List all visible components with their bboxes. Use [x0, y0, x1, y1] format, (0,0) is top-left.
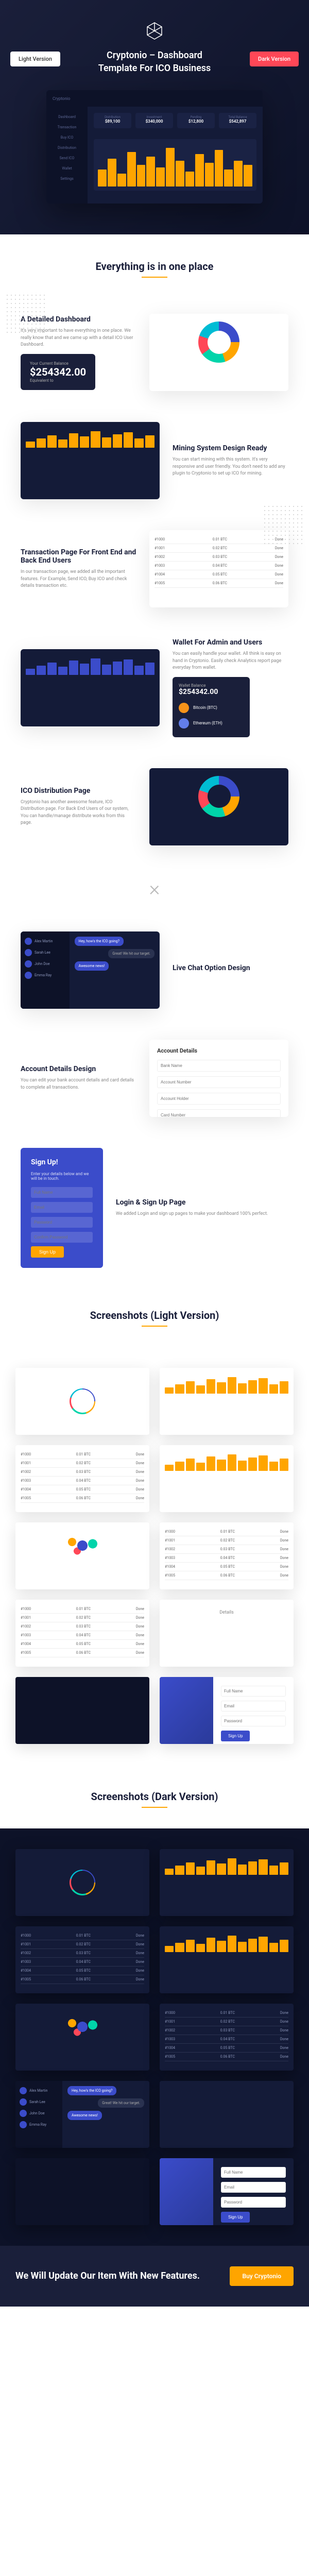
nav-item[interactable]: Settings — [50, 174, 83, 184]
signup-input[interactable] — [31, 1187, 93, 1198]
wallet-balance-card: Wallet Balance $254342.00 Bitcoin (BTC)E… — [173, 677, 250, 737]
donut-chart-icon — [198, 321, 239, 363]
buy-button[interactable]: Buy Cryptonio — [230, 2266, 294, 2286]
screenshot-thumb: Alex MartinSarah LeeJohn DoeEmma RayHey,… — [15, 2081, 149, 2148]
divider — [142, 277, 167, 278]
dashboard-brand: Cryptonio — [53, 96, 70, 101]
signup-button[interactable]: Sign Up — [31, 1246, 64, 1258]
screenshot-thumb: Sign Up — [160, 2158, 294, 2225]
screenshot-thumb — [15, 1677, 149, 1744]
nav-item[interactable]: Send ICO — [50, 153, 83, 163]
screenshot-thumb: #10000.01 BTCDone#10010.02 BTCDone#10020… — [15, 1445, 149, 1512]
chat-screenshot: Alex MartinSarah LeeJohn DoeEmma Ray Hey… — [21, 931, 160, 1009]
hero-dashboard-preview: Cryptonio DashboardTransactionBuy ICODis… — [46, 90, 263, 204]
account-input[interactable] — [157, 1093, 281, 1105]
feature-title: Mining System Design Ready — [173, 444, 288, 452]
feature-desc: You can edit your bank account details a… — [21, 1077, 136, 1091]
feature-desc: Cryptonio has another awesome feature, I… — [21, 799, 136, 827]
feature-account: Account Details Design You can edit your… — [0, 1024, 309, 1132]
signup-input[interactable] — [31, 1232, 93, 1243]
dark-version-button[interactable]: Dark Version — [250, 52, 299, 66]
stat-card: Total Balance$542,897 — [219, 113, 256, 128]
account-input[interactable] — [157, 1076, 281, 1088]
feature-desc: In our transaction page, we added all th… — [21, 569, 136, 590]
feature-dashboard: A Detailed Dashboard It's very important… — [0, 298, 309, 406]
nav-item[interactable]: Wallet — [50, 163, 83, 174]
wallet-coin: Bitcoin (BTC) — [179, 700, 244, 716]
screenshot-thumb — [160, 2081, 294, 2148]
distribution-screenshot — [149, 768, 288, 845]
account-screenshot: Account Details Save — [149, 1040, 288, 1117]
footer-heading: We Will Update Our Item With New Feature… — [15, 2269, 200, 2282]
nav-item[interactable]: Dashboard — [50, 112, 83, 122]
feature-title: Live Chat Option Design — [173, 964, 288, 972]
screenshot-thumb — [15, 1368, 149, 1435]
feature-wallet: Wallet For Admin and Users You can easil… — [0, 623, 309, 753]
screenshot-thumb — [160, 1849, 294, 1916]
feature-desc: You can start mining with this system. I… — [173, 456, 288, 478]
screenshot-thumb — [15, 1522, 149, 1589]
section-title-light: Screenshots (Light Version) — [0, 1283, 309, 1326]
dashboard-screenshot — [149, 314, 288, 391]
balance-card: Your Current Balance $254342.00 Equivale… — [21, 354, 95, 390]
feature-title: Wallet For Admin and Users — [173, 638, 288, 647]
close-icon: × — [0, 861, 309, 916]
section-title-one-place: Everything is in one place — [0, 234, 309, 277]
wallet-screenshot — [21, 649, 160, 726]
feature-title: ICO Distribution Page — [21, 787, 136, 795]
screenshot-thumb: #10000.01 BTCDone#10010.02 BTCDone#10020… — [15, 1926, 149, 1993]
hero-section: Cryptonio – Dashboard Template For ICO B… — [0, 0, 309, 234]
wallet-coin: Ethereum (ETH) — [179, 716, 244, 731]
nav-item[interactable]: Transaction — [50, 122, 83, 132]
screenshot-thumb: Sign Up — [160, 1677, 294, 1744]
stat-card: Investment$340,000 — [135, 113, 173, 128]
divider — [142, 1326, 167, 1327]
feature-login: Login & Sign Up Page We added Login and … — [0, 1132, 309, 1283]
feature-chat: Live Chat Option Design Alex MartinSarah… — [0, 916, 309, 1024]
screenshot-thumb — [160, 1445, 294, 1512]
signup-card: Sign Up! Enter your details below and we… — [21, 1148, 103, 1268]
screenshot-thumb: #10000.01 BTCDone#10010.02 BTCDone#10020… — [160, 1522, 294, 1589]
screenshot-thumb: Details — [160, 1600, 294, 1667]
feature-desc: You can easily handle your wallet. All t… — [173, 651, 288, 672]
dark-screenshots-grid: #10000.01 BTCDone#10010.02 BTCDone#10020… — [0, 1828, 309, 2246]
stat-card: Pending$12,800 — [177, 113, 215, 128]
cube-logo-icon — [144, 21, 165, 41]
screenshot-thumb: #10000.01 BTCDone#10010.02 BTCDone#10020… — [160, 2004, 294, 2071]
screenshot-thumb — [15, 2004, 149, 2071]
screenshot-thumb: #10000.01 BTCDone#10010.02 BTCDone#10020… — [15, 1600, 149, 1667]
feature-mining: Mining System Design Ready You can start… — [0, 406, 309, 515]
signup-input[interactable] — [31, 1217, 93, 1228]
feature-title: Transaction Page For Front End and Back … — [21, 548, 136, 565]
stat-card: Distribution$89,100 — [94, 113, 131, 128]
screenshot-thumb — [160, 1368, 294, 1435]
feature-transaction: Transaction Page For Front End and Back … — [0, 515, 309, 623]
nav-item[interactable]: Buy ICO — [50, 132, 83, 143]
feature-desc: We added Login and sign up pages to make… — [116, 1211, 288, 1218]
feature-distribution: ICO Distribution Page Cryptonio has anot… — [0, 753, 309, 861]
nav-item[interactable]: Distribution — [50, 143, 83, 153]
screenshot-thumb — [15, 1849, 149, 1916]
light-screenshots-grid: #10000.01 BTCDone#10010.02 BTCDone#10020… — [0, 1347, 309, 1765]
account-input[interactable] — [157, 1060, 281, 1072]
donut-chart-icon — [198, 776, 239, 817]
divider — [142, 1807, 167, 1808]
feature-title: Login & Sign Up Page — [116, 1198, 288, 1207]
account-input[interactable] — [157, 1109, 281, 1117]
screenshot-thumb — [15, 2158, 149, 2225]
footer-cta: We Will Update Our Item With New Feature… — [0, 2246, 309, 2307]
screenshot-thumb — [160, 1926, 294, 1993]
feature-title: Account Details Design — [21, 1065, 136, 1073]
mining-screenshot — [21, 422, 160, 499]
section-title-dark: Screenshots (Dark Version) — [0, 1765, 309, 1807]
light-version-button[interactable]: Light Version — [10, 52, 60, 66]
signup-input[interactable] — [31, 1202, 93, 1213]
